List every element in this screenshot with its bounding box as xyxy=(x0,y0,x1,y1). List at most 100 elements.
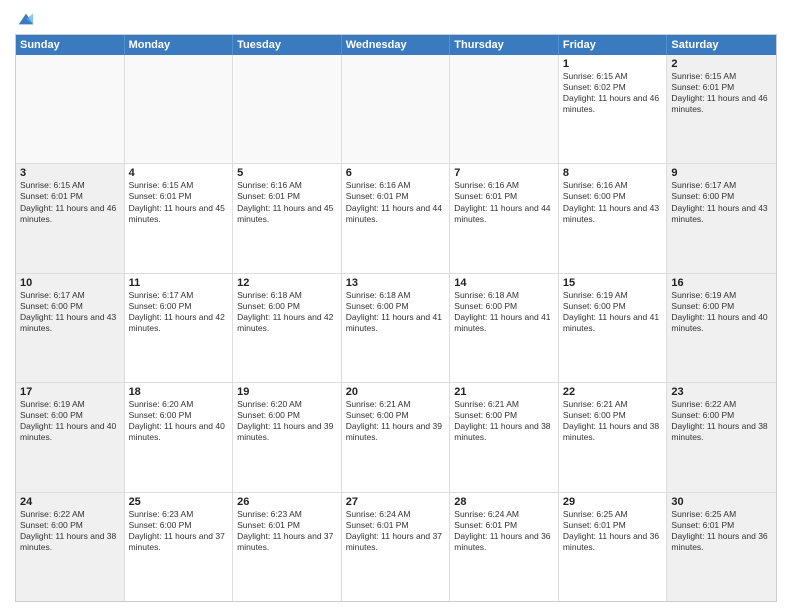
calendar-cell: 20Sunrise: 6:21 AMSunset: 6:00 PMDayligh… xyxy=(342,383,451,491)
cell-info: Sunrise: 6:15 AMSunset: 6:01 PMDaylight:… xyxy=(20,180,120,224)
day-number: 29 xyxy=(563,496,663,508)
day-number: 14 xyxy=(454,277,554,289)
calendar-cell: 9Sunrise: 6:17 AMSunset: 6:00 PMDaylight… xyxy=(667,164,776,272)
day-number: 24 xyxy=(20,496,120,508)
logo-icon xyxy=(17,10,35,28)
day-number: 15 xyxy=(563,277,663,289)
calendar-cell: 22Sunrise: 6:21 AMSunset: 6:00 PMDayligh… xyxy=(559,383,668,491)
day-number: 7 xyxy=(454,167,554,179)
calendar: SundayMondayTuesdayWednesdayThursdayFrid… xyxy=(15,34,777,602)
calendar-cell: 15Sunrise: 6:19 AMSunset: 6:00 PMDayligh… xyxy=(559,274,668,382)
cell-info: Sunrise: 6:17 AMSunset: 6:00 PMDaylight:… xyxy=(20,290,120,334)
weekday-header: Tuesday xyxy=(233,35,342,55)
calendar-cell: 4Sunrise: 6:15 AMSunset: 6:01 PMDaylight… xyxy=(125,164,234,272)
cell-info: Sunrise: 6:16 AMSunset: 6:01 PMDaylight:… xyxy=(454,180,554,224)
day-number: 10 xyxy=(20,277,120,289)
calendar-cell: 7Sunrise: 6:16 AMSunset: 6:01 PMDaylight… xyxy=(450,164,559,272)
calendar-cell: 27Sunrise: 6:24 AMSunset: 6:01 PMDayligh… xyxy=(342,493,451,601)
day-number: 16 xyxy=(671,277,772,289)
calendar-cell: 16Sunrise: 6:19 AMSunset: 6:00 PMDayligh… xyxy=(667,274,776,382)
cell-info: Sunrise: 6:16 AMSunset: 6:01 PMDaylight:… xyxy=(237,180,337,224)
calendar-cell: 1Sunrise: 6:15 AMSunset: 6:02 PMDaylight… xyxy=(559,55,668,163)
cell-info: Sunrise: 6:22 AMSunset: 6:00 PMDaylight:… xyxy=(671,399,772,443)
calendar-cell: 2Sunrise: 6:15 AMSunset: 6:01 PMDaylight… xyxy=(667,55,776,163)
cell-info: Sunrise: 6:24 AMSunset: 6:01 PMDaylight:… xyxy=(346,509,446,553)
calendar-row: 24Sunrise: 6:22 AMSunset: 6:00 PMDayligh… xyxy=(16,493,776,601)
calendar-row: 17Sunrise: 6:19 AMSunset: 6:00 PMDayligh… xyxy=(16,383,776,492)
calendar-cell: 6Sunrise: 6:16 AMSunset: 6:01 PMDaylight… xyxy=(342,164,451,272)
day-number: 4 xyxy=(129,167,229,179)
calendar-cell: 17Sunrise: 6:19 AMSunset: 6:00 PMDayligh… xyxy=(16,383,125,491)
cell-info: Sunrise: 6:20 AMSunset: 6:00 PMDaylight:… xyxy=(237,399,337,443)
calendar-cell: 19Sunrise: 6:20 AMSunset: 6:00 PMDayligh… xyxy=(233,383,342,491)
day-number: 30 xyxy=(671,496,772,508)
cell-info: Sunrise: 6:19 AMSunset: 6:00 PMDaylight:… xyxy=(563,290,663,334)
calendar-cell: 18Sunrise: 6:20 AMSunset: 6:00 PMDayligh… xyxy=(125,383,234,491)
day-number: 18 xyxy=(129,386,229,398)
day-number: 21 xyxy=(454,386,554,398)
calendar-body: 1Sunrise: 6:15 AMSunset: 6:02 PMDaylight… xyxy=(16,55,776,601)
header xyxy=(15,10,777,28)
cell-info: Sunrise: 6:20 AMSunset: 6:00 PMDaylight:… xyxy=(129,399,229,443)
page: SundayMondayTuesdayWednesdayThursdayFrid… xyxy=(0,0,792,612)
day-number: 1 xyxy=(563,58,663,70)
day-number: 13 xyxy=(346,277,446,289)
cell-info: Sunrise: 6:18 AMSunset: 6:00 PMDaylight:… xyxy=(454,290,554,334)
calendar-cell: 10Sunrise: 6:17 AMSunset: 6:00 PMDayligh… xyxy=(16,274,125,382)
cell-info: Sunrise: 6:19 AMSunset: 6:00 PMDaylight:… xyxy=(20,399,120,443)
calendar-cell: 11Sunrise: 6:17 AMSunset: 6:00 PMDayligh… xyxy=(125,274,234,382)
cell-info: Sunrise: 6:21 AMSunset: 6:00 PMDaylight:… xyxy=(563,399,663,443)
calendar-cell xyxy=(342,55,451,163)
cell-info: Sunrise: 6:24 AMSunset: 6:01 PMDaylight:… xyxy=(454,509,554,553)
calendar-cell: 12Sunrise: 6:18 AMSunset: 6:00 PMDayligh… xyxy=(233,274,342,382)
day-number: 19 xyxy=(237,386,337,398)
day-number: 9 xyxy=(671,167,772,179)
day-number: 20 xyxy=(346,386,446,398)
day-number: 3 xyxy=(20,167,120,179)
calendar-cell xyxy=(16,55,125,163)
cell-info: Sunrise: 6:25 AMSunset: 6:01 PMDaylight:… xyxy=(671,509,772,553)
day-number: 22 xyxy=(563,386,663,398)
day-number: 26 xyxy=(237,496,337,508)
weekday-header: Saturday xyxy=(667,35,776,55)
cell-info: Sunrise: 6:17 AMSunset: 6:00 PMDaylight:… xyxy=(129,290,229,334)
day-number: 8 xyxy=(563,167,663,179)
calendar-cell xyxy=(450,55,559,163)
day-number: 5 xyxy=(237,167,337,179)
cell-info: Sunrise: 6:16 AMSunset: 6:01 PMDaylight:… xyxy=(346,180,446,224)
cell-info: Sunrise: 6:15 AMSunset: 6:01 PMDaylight:… xyxy=(671,71,772,115)
calendar-cell: 24Sunrise: 6:22 AMSunset: 6:00 PMDayligh… xyxy=(16,493,125,601)
cell-info: Sunrise: 6:16 AMSunset: 6:00 PMDaylight:… xyxy=(563,180,663,224)
calendar-cell: 3Sunrise: 6:15 AMSunset: 6:01 PMDaylight… xyxy=(16,164,125,272)
cell-info: Sunrise: 6:15 AMSunset: 6:02 PMDaylight:… xyxy=(563,71,663,115)
weekday-header: Wednesday xyxy=(342,35,451,55)
weekday-header: Friday xyxy=(559,35,668,55)
calendar-row: 1Sunrise: 6:15 AMSunset: 6:02 PMDaylight… xyxy=(16,55,776,164)
calendar-cell: 21Sunrise: 6:21 AMSunset: 6:00 PMDayligh… xyxy=(450,383,559,491)
weekday-header: Monday xyxy=(125,35,234,55)
calendar-cell: 25Sunrise: 6:23 AMSunset: 6:00 PMDayligh… xyxy=(125,493,234,601)
cell-info: Sunrise: 6:23 AMSunset: 6:01 PMDaylight:… xyxy=(237,509,337,553)
day-number: 17 xyxy=(20,386,120,398)
day-number: 27 xyxy=(346,496,446,508)
weekday-header: Thursday xyxy=(450,35,559,55)
calendar-row: 10Sunrise: 6:17 AMSunset: 6:00 PMDayligh… xyxy=(16,274,776,383)
cell-info: Sunrise: 6:25 AMSunset: 6:01 PMDaylight:… xyxy=(563,509,663,553)
calendar-cell xyxy=(233,55,342,163)
cell-info: Sunrise: 6:22 AMSunset: 6:00 PMDaylight:… xyxy=(20,509,120,553)
day-number: 23 xyxy=(671,386,772,398)
day-number: 2 xyxy=(671,58,772,70)
cell-info: Sunrise: 6:17 AMSunset: 6:00 PMDaylight:… xyxy=(671,180,772,224)
calendar-cell: 14Sunrise: 6:18 AMSunset: 6:00 PMDayligh… xyxy=(450,274,559,382)
calendar-cell: 28Sunrise: 6:24 AMSunset: 6:01 PMDayligh… xyxy=(450,493,559,601)
calendar-row: 3Sunrise: 6:15 AMSunset: 6:01 PMDaylight… xyxy=(16,164,776,273)
weekday-header: Sunday xyxy=(16,35,125,55)
day-number: 25 xyxy=(129,496,229,508)
calendar-cell: 30Sunrise: 6:25 AMSunset: 6:01 PMDayligh… xyxy=(667,493,776,601)
cell-info: Sunrise: 6:18 AMSunset: 6:00 PMDaylight:… xyxy=(237,290,337,334)
day-number: 12 xyxy=(237,277,337,289)
calendar-cell xyxy=(125,55,234,163)
cell-info: Sunrise: 6:23 AMSunset: 6:00 PMDaylight:… xyxy=(129,509,229,553)
cell-info: Sunrise: 6:15 AMSunset: 6:01 PMDaylight:… xyxy=(129,180,229,224)
calendar-cell: 5Sunrise: 6:16 AMSunset: 6:01 PMDaylight… xyxy=(233,164,342,272)
